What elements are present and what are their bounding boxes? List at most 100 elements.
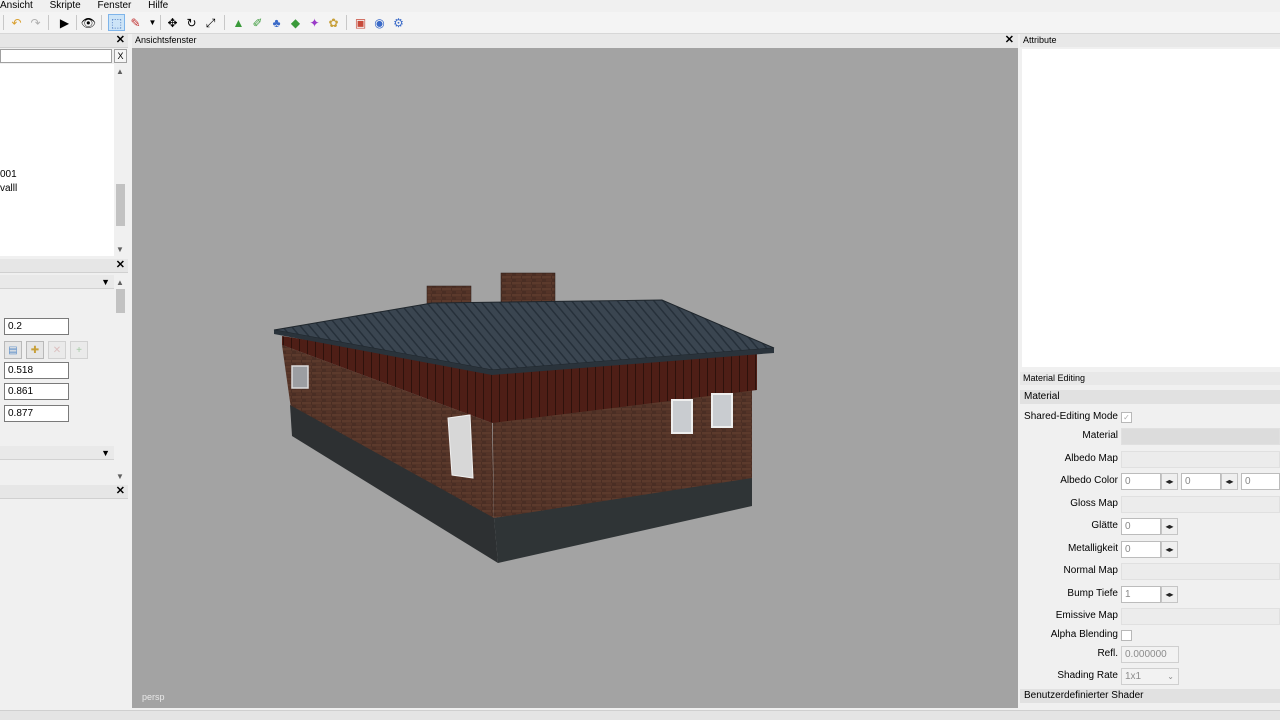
scenegraph-scrollbar[interactable]: ▲ ▼ [114, 64, 127, 256]
delete-icon: ✕ [48, 341, 66, 359]
albedo-color-g[interactable]: 0 [1181, 473, 1221, 490]
new-file-icon[interactable]: ✚ [26, 341, 44, 359]
scenegraph-header: ✕ [0, 34, 128, 48]
gear-icon[interactable]: ⚙ [390, 14, 407, 31]
spin-arrows-icon[interactable]: ◂▸ [1161, 541, 1178, 558]
gloss-map-field[interactable] [1121, 496, 1280, 513]
spin-arrows-icon[interactable]: ◂▸ [1221, 473, 1238, 490]
placement-icon[interactable]: ✦ [306, 14, 323, 31]
save-icon[interactable]: ▤ [4, 341, 22, 359]
property-value-input[interactable]: 0.2 [4, 318, 69, 335]
right-panels: Attribute Material Editing Material Shar… [1020, 34, 1280, 710]
house-model [273, 272, 775, 563]
attributes-header: Attribute [1020, 34, 1280, 47]
foliage-icon[interactable]: ♣ [268, 14, 285, 31]
terrain-icon[interactable]: ▲ [230, 14, 247, 31]
tree-item[interactable]: 001 [0, 168, 17, 182]
scroll-thumb[interactable] [116, 289, 125, 313]
shared-mode-checkbox[interactable]: ✓ [1121, 412, 1132, 423]
shading-rate-select[interactable]: 1x1 ⌄ [1121, 668, 1179, 685]
glaette-input[interactable]: 0 [1121, 518, 1161, 535]
material-field[interactable] [1121, 428, 1280, 445]
albedo-color-r[interactable]: 0 [1121, 473, 1161, 490]
close-icon[interactable]: ✕ [1005, 34, 1014, 47]
tree-item[interactable]: valll [0, 182, 17, 196]
paint-icon[interactable]: ✐ [249, 14, 266, 31]
properties-dropdown[interactable]: ▼ [0, 446, 114, 460]
property-value-input[interactable]: 0.877 [4, 405, 69, 422]
filter-input[interactable] [0, 49, 112, 63]
properties-dropdown[interactable]: ▼ [0, 275, 114, 289]
refl-value: 0.000000 [1121, 646, 1179, 663]
bump-label: Bump Tiefe [1067, 588, 1118, 599]
menu-hilfe[interactable]: Hilfe [148, 0, 168, 11]
scroll-thumb[interactable] [116, 184, 125, 226]
scroll-up-icon[interactable]: ▲ [116, 279, 124, 287]
spin-arrows-icon[interactable]: ◂▸ [1161, 518, 1178, 535]
select-icon[interactable]: ⬚ [108, 14, 125, 31]
bump-input[interactable]: 1 [1121, 586, 1161, 603]
rotate-icon[interactable]: ↻ [183, 14, 200, 31]
scroll-up-icon[interactable]: ▲ [116, 68, 124, 76]
menu-skripte[interactable]: Skripte [50, 0, 81, 11]
chevron-down-icon: ▼ [101, 448, 110, 458]
albedo-color-label: Albedo Color [1060, 475, 1118, 486]
glaette-label: Glätte [1091, 520, 1118, 531]
3d-viewport[interactable]: persp [132, 48, 1018, 708]
metallic-input[interactable]: 0 [1121, 541, 1161, 558]
normal-map-label: Normal Map [1063, 565, 1118, 576]
material-editing-header: Material Editing [1020, 372, 1280, 385]
edit-icon[interactable]: ✎ [127, 14, 144, 31]
shading-label: Shading Rate [1057, 670, 1118, 681]
chevron-down-icon: ⌄ [1167, 672, 1174, 681]
toolbar-separator [76, 15, 77, 30]
alpha-label: Alpha Blending [1050, 629, 1118, 640]
attributes-panel [1022, 49, 1280, 367]
scale-icon[interactable]: ⤢ [202, 14, 219, 31]
albedo-map-label: Albedo Map [1064, 453, 1118, 464]
close-icon[interactable]: ✕ [116, 259, 125, 272]
properties-scrollbar[interactable]: ▲ ▼ [114, 275, 127, 483]
toolbar-separator [346, 15, 347, 30]
undo-icon[interactable]: ↶ [8, 14, 25, 31]
toolbar-separator [48, 15, 49, 30]
normal-map-field[interactable] [1121, 563, 1280, 580]
spin-arrows-icon[interactable]: ◂▸ [1161, 586, 1178, 603]
status-bar [0, 710, 1280, 720]
spin-arrows-icon[interactable]: ◂▸ [1161, 473, 1178, 490]
gloss-map-label: Gloss Map [1070, 498, 1118, 509]
menu-fenster[interactable]: Fenster [97, 0, 131, 11]
toolbar-separator [101, 15, 102, 30]
move-icon[interactable]: ✥ [164, 14, 181, 31]
eye-icon[interactable]: 👁 [80, 14, 97, 31]
scroll-down-icon[interactable]: ▼ [116, 246, 124, 254]
play-icon[interactable]: ▶ [56, 14, 73, 31]
toolbar: ↶ ↷ ▶ 👁 ⬚ ✎ ▼ ✥ ↻ ⤢ ▲ ✐ ♣ ◆ ✦ ✿ ▣ ◉ ⚙ [0, 12, 1280, 34]
shading-rate-value: 1x1 [1125, 671, 1142, 682]
albedo-map-field[interactable] [1121, 451, 1280, 468]
emissive-map-field[interactable] [1121, 608, 1280, 625]
alpha-blending-checkbox[interactable] [1121, 630, 1132, 641]
custom-shader-header[interactable]: Benutzerdefinierter Shader [1020, 689, 1280, 703]
metallic-label: Metalligkeit [1067, 543, 1118, 554]
object-icon[interactable]: ◆ [287, 14, 304, 31]
property-value-input[interactable]: 0.518 [4, 362, 69, 379]
globe-icon[interactable]: ◉ [371, 14, 388, 31]
toolbar-separator [224, 15, 225, 30]
scroll-down-icon[interactable]: ▼ [116, 473, 124, 481]
chevron-down-icon[interactable]: ▼ [144, 14, 161, 31]
clear-filter-button[interactable]: X [114, 49, 127, 63]
redo-icon[interactable]: ↷ [27, 14, 44, 31]
close-icon[interactable]: ✕ [116, 34, 125, 47]
camera-label: persp [142, 692, 165, 702]
viewport-title: Ansichtsfenster [135, 35, 197, 45]
scenegraph-tree[interactable] [0, 64, 114, 256]
camera-icon[interactable]: ▣ [352, 14, 369, 31]
material-section-header[interactable]: Material [1020, 390, 1280, 404]
close-icon[interactable]: ✕ [116, 485, 125, 498]
property-value-input[interactable]: 0.861 [4, 383, 69, 400]
menu-bar: Ansicht Skripte Fenster Hilfe [0, 0, 1280, 12]
menu-ansicht[interactable]: Ansicht [0, 0, 33, 11]
decal-icon[interactable]: ✿ [325, 14, 342, 31]
albedo-color-b[interactable]: 0 [1241, 473, 1280, 490]
